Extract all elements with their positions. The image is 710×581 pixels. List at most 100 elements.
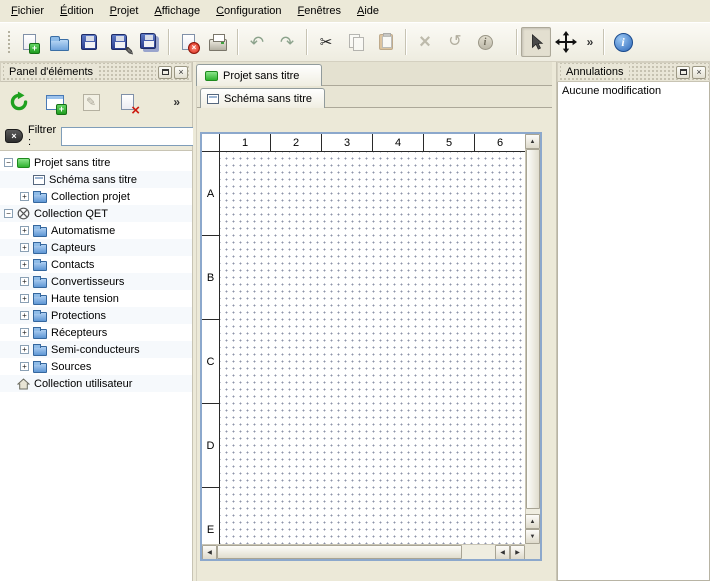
move-tool-button[interactable] <box>551 27 581 57</box>
tab-project[interactable]: Projet sans titre <box>196 64 322 86</box>
tree-item-haute-tension[interactable]: + Haute tension <box>0 290 192 307</box>
undo-panel-titlebar[interactable]: Annulations × <box>557 62 710 82</box>
filter-row: × Filtrer : <box>0 122 192 150</box>
tree-item-schema[interactable]: Schéma sans titre <box>0 171 192 188</box>
vertical-scrollbar[interactable]: ▲ ▲ ▼ <box>525 134 540 544</box>
expand-icon[interactable]: + <box>20 277 29 286</box>
expand-icon[interactable]: + <box>20 226 29 235</box>
tree-item-semi-conducteurs[interactable]: + Semi-conducteurs <box>0 341 192 358</box>
expand-icon[interactable]: + <box>20 243 29 252</box>
horizontal-scroll-thumb[interactable] <box>217 545 462 559</box>
print-button[interactable] <box>203 27 233 57</box>
save-button[interactable] <box>74 27 104 57</box>
new-document-button[interactable]: + <box>14 27 44 57</box>
menu-fichier[interactable]: Fichier <box>3 2 52 20</box>
row-label: B <box>202 236 219 320</box>
tree-item-convertisseurs[interactable]: + Convertisseurs <box>0 273 192 290</box>
undo-button[interactable]: ↶ <box>242 27 272 57</box>
scroll-left-button[interactable]: ◀ <box>202 545 217 559</box>
rotate-button[interactable]: ↺ <box>440 27 470 57</box>
tree-item-collection-qet[interactable]: − Collection QET <box>0 205 192 222</box>
scroll-down-button[interactable]: ▼ <box>525 529 540 544</box>
collapse-icon[interactable]: − <box>4 209 13 218</box>
elements-panel-titlebar[interactable]: Panel d'éléments × <box>0 62 192 82</box>
delete-element-button[interactable]: × <box>112 87 142 117</box>
scroll-right-button[interactable]: ▶ <box>510 545 525 559</box>
diagram-canvas[interactable]: 1 2 3 4 5 6 A B C D E <box>202 134 540 559</box>
tree-item-contacts[interactable]: + Contacts <box>0 256 192 273</box>
scrollbar-corner <box>525 544 540 559</box>
close-dock-button[interactable]: × <box>174 66 188 79</box>
menu-edition[interactable]: Édition <box>52 2 102 20</box>
panel-overflow-button[interactable]: » <box>169 93 184 111</box>
copy-icon <box>348 34 364 50</box>
expand-icon[interactable]: + <box>20 362 29 371</box>
cut-button[interactable]: ✂ <box>311 27 341 57</box>
undo-history-item[interactable]: Aucune modification <box>558 82 709 100</box>
vertical-scroll-thumb[interactable] <box>526 149 540 509</box>
column-label: 4 <box>373 134 424 151</box>
expand-icon[interactable]: + <box>20 345 29 354</box>
reload-collections-button[interactable] <box>4 87 34 117</box>
menu-fenetres[interactable]: Fenêtres <box>290 2 349 20</box>
new-element-button[interactable]: + <box>40 87 70 117</box>
main-toolbar: + ✎ × ↶ ↷ ✂ <box>0 22 710 62</box>
scroll-up-button-2[interactable]: ▲ <box>525 514 540 529</box>
scroll-left-button-2[interactable]: ◀ <box>495 545 510 559</box>
column-label: 2 <box>271 134 322 151</box>
expand-icon[interactable]: + <box>20 260 29 269</box>
row-label: A <box>202 152 219 236</box>
toolbar-grip[interactable] <box>7 30 11 54</box>
expand-icon[interactable]: + <box>20 328 29 337</box>
close-dock-button[interactable]: × <box>692 66 706 79</box>
expand-icon[interactable]: + <box>20 311 29 320</box>
about-button[interactable]: i <box>608 27 638 57</box>
tab-schema[interactable]: Schéma sans titre <box>200 88 325 108</box>
folder-icon <box>33 329 47 339</box>
edit-element-button[interactable]: ✎ <box>76 87 106 117</box>
horizontal-scrollbar[interactable]: ◀ ◀ ▶ <box>202 544 525 559</box>
tree-item-collection-utilisateur[interactable]: Collection utilisateur <box>0 375 192 392</box>
clear-filter-icon[interactable]: × <box>5 129 23 143</box>
menu-configuration[interactable]: Configuration <box>208 2 289 20</box>
element-info-button[interactable]: i <box>470 27 500 57</box>
open-button[interactable] <box>44 27 74 57</box>
close-file-button[interactable]: × <box>173 27 203 57</box>
expand-icon[interactable]: + <box>20 294 29 303</box>
menu-affichage[interactable]: Affichage <box>146 2 208 20</box>
tree-item-collection-projet[interactable]: + Collection projet <box>0 188 192 205</box>
scroll-up-button[interactable]: ▲ <box>525 134 540 149</box>
tree-item-automatisme[interactable]: + Automatisme <box>0 222 192 239</box>
toolbar-overflow-button[interactable]: » <box>581 27 599 57</box>
tree-item-project[interactable]: − Projet sans titre <box>0 154 192 171</box>
copy-button[interactable] <box>341 27 371 57</box>
float-dock-button[interactable] <box>676 66 690 79</box>
expand-icon[interactable]: + <box>20 192 29 201</box>
menu-projet[interactable]: Projet <box>102 2 147 20</box>
arrow-up-icon: ▲ <box>530 139 536 145</box>
paste-button[interactable] <box>371 27 401 57</box>
collapse-icon[interactable]: − <box>4 158 13 167</box>
float-dock-button[interactable] <box>158 66 172 79</box>
tree-item-sources[interactable]: + Sources <box>0 358 192 375</box>
close-badge-icon: × <box>188 42 200 54</box>
redo-button[interactable]: ↷ <box>272 27 302 57</box>
save-icon <box>81 34 97 50</box>
tree-item-protections[interactable]: + Protections <box>0 307 192 324</box>
tree-item-recepteurs[interactable]: + Récepteurs <box>0 324 192 341</box>
tree-item-capteurs[interactable]: + Capteurs <box>0 239 192 256</box>
menubar: Fichier Édition Projet Affichage Configu… <box>0 0 710 22</box>
filter-input[interactable] <box>61 127 211 146</box>
diagram-view[interactable]: 1 2 3 4 5 6 A B C D E <box>200 132 542 561</box>
dock-buttons: × <box>674 66 706 79</box>
toolbar-separator <box>237 29 238 55</box>
delete-button[interactable]: × <box>410 27 440 57</box>
arrow-right-icon: ▶ <box>515 549 520 556</box>
save-all-button[interactable] <box>134 27 164 57</box>
dot-grid[interactable] <box>220 152 525 544</box>
save-as-button[interactable]: ✎ <box>104 27 134 57</box>
menu-aide[interactable]: Aide <box>349 2 387 20</box>
toolbar-separator <box>168 29 169 55</box>
undo-panel-dock: Annulations × Aucune modification <box>556 62 710 581</box>
select-tool-button[interactable] <box>521 27 551 57</box>
